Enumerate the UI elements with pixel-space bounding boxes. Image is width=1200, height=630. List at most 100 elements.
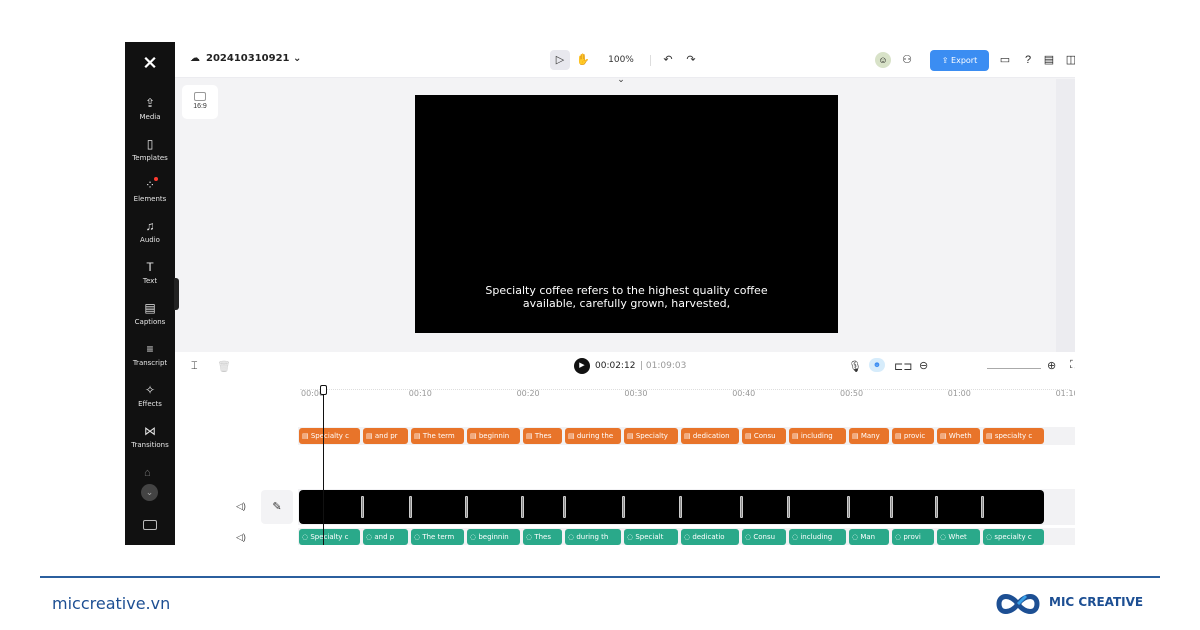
tts-clip[interactable]: ◌ Whet — [937, 529, 980, 545]
tts-clip[interactable]: ◌ including — [789, 529, 846, 545]
caption-icon: ▤ — [852, 432, 861, 440]
tts-clip[interactable]: ◌ Specialty c — [299, 529, 360, 545]
video-preview[interactable]: Specialty coffee refers to the highest q… — [415, 95, 838, 333]
clip-boundary[interactable] — [465, 496, 468, 518]
timeline-panel: ⌶ 🗑 ▶ 00:02:12 | 01:09:03 🎙 ☻ ⊏⊐ ⊖ ⊕ ⛶ 0… — [175, 352, 1075, 545]
sidebar-item-captions[interactable]: ▤ Captions — [125, 299, 175, 337]
sidebar-item-audio[interactable]: ♫ Audio — [125, 217, 175, 255]
caption-clip[interactable]: ▤ during the — [565, 428, 621, 444]
tts-clip[interactable]: ◌ beginnin — [467, 529, 520, 545]
tts-clip[interactable]: ◌ specialty c — [983, 529, 1044, 545]
zoom-slider[interactable] — [987, 368, 1041, 369]
select-pointer-icon[interactable]: ▷ — [550, 50, 570, 70]
zoom-out-icon[interactable]: ⊖ — [919, 359, 928, 372]
sidebar-item-media[interactable]: ⇪ Media — [125, 94, 175, 132]
clip-boundary[interactable] — [981, 496, 984, 518]
zoom-in-icon[interactable]: ⊕ — [1047, 359, 1056, 372]
microphone-icon[interactable]: 🎙 — [848, 360, 862, 373]
subtitle-overlay[interactable]: Specialty coffee refers to the highest q… — [415, 284, 838, 310]
clip-boundary[interactable] — [622, 496, 625, 518]
tts-clip[interactable]: ◌ Thes — [523, 529, 562, 545]
capcut-logo-icon[interactable]: ⨯ — [140, 52, 160, 72]
tts-track-speaker-icon[interactable]: ◁) — [236, 532, 246, 543]
caption-clip[interactable]: ▤ beginnin — [467, 428, 520, 444]
clip-boundary[interactable] — [847, 496, 850, 518]
clip-boundary[interactable] — [935, 496, 938, 518]
clip-boundary[interactable] — [890, 496, 893, 518]
tts-clip[interactable]: ◌ during th — [565, 529, 621, 545]
clip-boundary[interactable] — [787, 496, 790, 518]
clip-boundary[interactable] — [521, 496, 524, 518]
split-icon[interactable]: ⌶ — [191, 360, 198, 373]
video-track-speaker-icon[interactable]: ◁) — [236, 501, 246, 512]
tts-clip[interactable]: ◌ Consu — [742, 529, 786, 545]
sidebar-item-transitions[interactable]: ⋈ Transitions — [125, 422, 175, 460]
cloud-icon: ☁ — [190, 53, 200, 64]
split-audio-icon[interactable]: ⊏⊐ — [894, 360, 912, 373]
redo-icon[interactable]: ↷ — [683, 50, 699, 70]
lock-icon[interactable]: ⌂ — [144, 467, 151, 479]
playhead[interactable] — [323, 387, 324, 545]
hand-tool-icon[interactable]: ✋ — [573, 50, 593, 70]
tts-clip[interactable]: ◌ dedicatio — [681, 529, 739, 545]
tts-clip[interactable]: ◌ and p — [363, 529, 408, 545]
layout-icon[interactable]: ◫ — [1064, 52, 1075, 68]
caption-clip[interactable]: ▤ including — [789, 428, 846, 444]
ruler-tick-label: 01:10 — [1055, 389, 1075, 398]
tts-clip[interactable]: ◌ Man — [849, 529, 889, 545]
sidebar-collapse-handle[interactable] — [174, 278, 179, 310]
clip-boundary[interactable] — [361, 496, 364, 518]
project-title[interactable]: ☁ 202410310921 ⌄ — [190, 53, 301, 64]
templates-icon: ▯ — [146, 137, 154, 151]
tts-clip[interactable]: ◌ Specialt — [624, 529, 678, 545]
present-icon[interactable]: ▭ — [998, 52, 1012, 68]
playhead-handle[interactable] — [320, 385, 327, 395]
website-url[interactable]: miccreative.vn — [52, 594, 170, 613]
caption-icon: ▤ — [895, 432, 904, 440]
caption-icon: ▤ — [526, 432, 535, 440]
sidebar-item-templates[interactable]: ▯ Templates — [125, 135, 175, 173]
tts-clip[interactable]: ◌ The term — [411, 529, 464, 545]
keyboard-icon[interactable] — [143, 520, 157, 530]
clip-boundary[interactable] — [563, 496, 566, 518]
caption-clip[interactable]: ▤ Many — [849, 428, 889, 444]
save-icon[interactable]: ▤ — [1042, 52, 1056, 68]
edit-cover-button[interactable]: ✎ — [261, 490, 293, 524]
ai-assist-icon[interactable]: ☻ — [869, 358, 885, 372]
tts-clip[interactable]: ◌ provi — [892, 529, 934, 545]
caption-icon: ▤ — [366, 432, 375, 440]
caption-clip[interactable]: ▤ Specialty — [624, 428, 678, 444]
caption-clip[interactable]: ▤ dedication — [681, 428, 739, 444]
video-track[interactable] — [299, 490, 1044, 524]
zoom-dropdown[interactable]: 100% ⌄ — [603, 50, 639, 85]
left-sidebar: ⨯ ⇪ Media ▯ Templates ⁘ Elements ♫ Audio T Text ▤ C… — [125, 42, 179, 545]
caption-clip[interactable]: ▤ Thes — [523, 428, 562, 444]
delete-icon[interactable]: 🗑 — [217, 360, 231, 373]
caption-clip[interactable]: ▤ specialty c — [983, 428, 1044, 444]
user-avatar[interactable]: ⌄ — [141, 484, 158, 501]
caption-clip[interactable]: ▤ Consu — [742, 428, 786, 444]
add-collaborator-icon[interactable]: ⚇ — [900, 52, 914, 68]
sidebar-item-elements[interactable]: ⁘ Elements — [125, 176, 175, 214]
caption-clip[interactable]: ▤ provic — [892, 428, 934, 444]
caption-icon: ▤ — [568, 432, 577, 440]
caption-clip[interactable]: ▤ and pr — [363, 428, 408, 444]
caption-clip[interactable]: ▤ The term — [411, 428, 464, 444]
undo-icon[interactable]: ↶ — [660, 50, 676, 70]
clip-boundary[interactable] — [679, 496, 682, 518]
caption-icon: ▤ — [684, 432, 693, 440]
brand-mark-icon — [996, 594, 1040, 614]
clip-boundary[interactable] — [409, 496, 412, 518]
caption-clip[interactable]: ▤ Wheth — [937, 428, 980, 444]
caption-clip[interactable]: ▤ Specialty c — [299, 428, 360, 444]
fullscreen-icon[interactable]: ⛶ — [1070, 359, 1075, 372]
export-button[interactable]: ⇪ Export — [930, 50, 989, 71]
sidebar-item-effects[interactable]: ✧ Effects — [125, 381, 175, 419]
play-button[interactable]: ▶ — [574, 358, 590, 374]
sidebar-item-transcript[interactable]: ≡ Transcript — [125, 340, 175, 378]
clip-boundary[interactable] — [740, 496, 743, 518]
sidebar-item-text[interactable]: T Text — [125, 258, 175, 296]
collaborator-avatar[interactable]: ☺ — [875, 52, 891, 68]
aspect-ratio-button[interactable]: 16:9 — [182, 85, 218, 119]
help-icon[interactable]: ? — [1021, 52, 1035, 68]
